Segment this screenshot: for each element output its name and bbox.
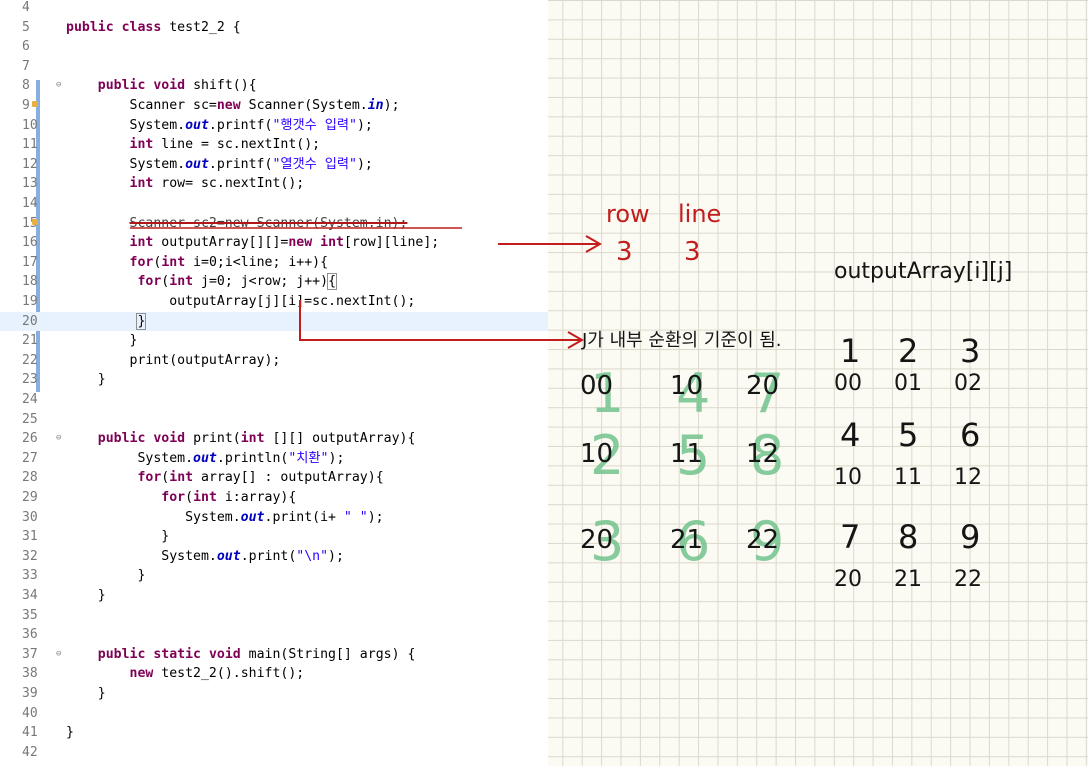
index-grid-right: 00 01 02 10 11 12 20 21 22 [834,371,982,592]
index-grid-left: 00 10 20 10 11 12 20 21 22 [580,371,779,555]
handwritten-notes: row line 3 3 outputArray[i][j] J가 내부 순환의… [130,200,1012,592]
value-digit: 6 [960,416,980,454]
index-pair: 10 [670,371,703,401]
value-digit: 9 [960,518,980,556]
index-pair: 02 [954,371,982,396]
row-value: 3 [616,237,633,267]
index-pair: 00 [580,371,613,401]
index-pair: 12 [954,465,982,490]
value-digit: 5 [898,416,918,454]
index-pair: 11 [670,439,703,469]
value-digit: 4 [840,416,860,454]
value-digit: 2 [898,332,918,370]
index-pair: 10 [834,465,862,490]
index-pair: 22 [954,567,982,592]
index-pair: 21 [670,525,703,555]
index-pair: 20 [580,525,613,555]
index-pair: 01 [894,371,922,396]
row-label: row [606,200,650,228]
value-digit: 3 [960,332,980,370]
line-value: 3 [684,237,701,267]
value-digit: 7 [840,518,860,556]
line-label: line [678,200,721,228]
index-pair: 00 [834,371,862,396]
index-pair: 20 [834,567,862,592]
value-digit: 8 [898,518,918,556]
index-pair: 20 [746,371,779,401]
index-pair: 12 [746,439,779,469]
index-pair: 10 [580,439,613,469]
korean-note: J가 내부 순환의 기준이 됨. [581,330,782,351]
index-pair: 21 [894,567,922,592]
arrow-line-2 [299,300,580,341]
array-title: outputArray[i][j] [834,259,1012,284]
index-pair: 11 [894,465,922,490]
value-grid-right: 1 2 3 4 5 6 7 8 9 [840,332,980,556]
value-digit: 1 [840,332,860,370]
index-pair: 22 [746,525,779,555]
